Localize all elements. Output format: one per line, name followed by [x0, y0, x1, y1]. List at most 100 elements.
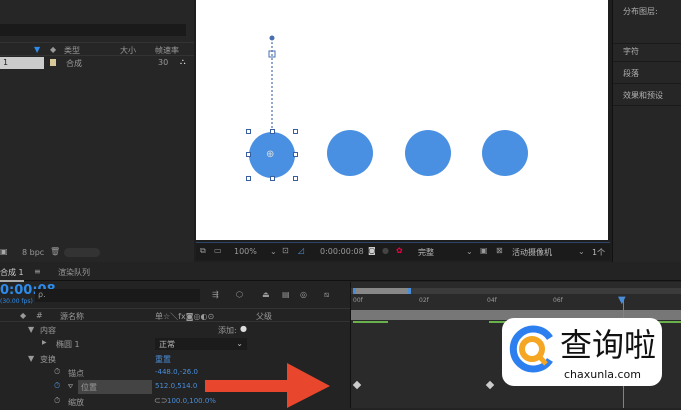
- property-value[interactable]: -448.0,-26.0: [155, 368, 198, 376]
- property-value[interactable]: 512.0,514.0: [155, 382, 197, 390]
- col-size[interactable]: 大小: [120, 45, 136, 56]
- cache-indicator: [353, 321, 388, 323]
- col-parent[interactable]: 父级: [256, 311, 272, 322]
- menu-icon[interactable]: ≡: [34, 267, 41, 276]
- label-icon: ◆: [20, 311, 27, 320]
- scrollbar[interactable]: [64, 248, 100, 257]
- circle-shape[interactable]: [482, 130, 528, 176]
- property-row-ellipse[interactable]: ▶ 椭圆 1 正常 ⌄: [0, 337, 350, 352]
- switches-header: 单☆＼fx◙◎◐⊙: [155, 312, 215, 321]
- motion-path: [268, 35, 276, 155]
- keyframe[interactable]: [352, 380, 362, 390]
- snapshot-camera-icon[interactable]: ◙: [368, 246, 376, 255]
- expand-toggle[interactable]: ▶: [42, 339, 47, 346]
- item-framerate: 30: [158, 58, 169, 67]
- trash-icon[interactable]: 🗑: [50, 247, 60, 256]
- quality-dropdown[interactable]: 完整: [418, 247, 434, 258]
- panel-label: 段落: [623, 69, 639, 78]
- show-snapshot-icon[interactable]: ●: [382, 246, 389, 255]
- draft-3d-icon[interactable]: ⬡: [236, 290, 243, 299]
- project-item[interactable]: 1 合成 30 ⛬: [0, 57, 194, 69]
- zoom-slider[interactable]: [353, 288, 411, 294]
- transform-handle[interactable]: [293, 152, 298, 157]
- camera-dropdown[interactable]: 活动摄像机: [512, 247, 552, 258]
- stopwatch-icon-active[interactable]: ⏱: [54, 381, 60, 391]
- resolution-icon[interactable]: ⊡: [282, 246, 289, 255]
- comp-color-swatch: [50, 59, 56, 66]
- transform-handle[interactable]: [246, 129, 251, 134]
- circle-shape[interactable]: [327, 130, 373, 176]
- bpc-label[interactable]: 8 bpc: [22, 248, 44, 257]
- project-search-bar[interactable]: [0, 24, 186, 36]
- circle-shape[interactable]: [405, 130, 451, 176]
- zoom-dropdown[interactable]: 100%: [234, 247, 257, 256]
- color-channels-icon[interactable]: ✿: [396, 246, 403, 255]
- mask-icon[interactable]: ◿: [298, 246, 304, 255]
- anchor-point-icon[interactable]: ⊕: [266, 149, 274, 160]
- search-logo-icon: [509, 325, 553, 373]
- red-arrow-annotation: [205, 363, 330, 408]
- blend-mode-dropdown[interactable]: 正常 ⌄: [155, 338, 247, 350]
- panel-effects-presets[interactable]: 效果和预设: [613, 84, 681, 106]
- flowchart-icon[interactable]: ⛬: [180, 57, 186, 67]
- region-of-interest-icon[interactable]: ▣: [480, 246, 488, 255]
- shy-layers-icon[interactable]: ⏏: [262, 290, 270, 299]
- transform-handle[interactable]: [246, 152, 251, 157]
- ruler-tick: 00f: [353, 297, 363, 304]
- property-row-contents[interactable]: ▼ 内容 添加: ●: [0, 323, 350, 338]
- transform-handle[interactable]: [293, 176, 298, 181]
- col-framerate[interactable]: 帧速率: [155, 45, 179, 56]
- viewer-timecode[interactable]: 0:00:00:08: [320, 247, 364, 256]
- motion-blur-icon[interactable]: ◎: [300, 290, 307, 299]
- reset-link[interactable]: 重置: [155, 354, 171, 365]
- stopwatch-icon[interactable]: ⏱: [54, 396, 60, 406]
- number-sign: #: [36, 311, 43, 320]
- ruler-tick: 06f: [553, 297, 563, 304]
- item-type: 合成: [66, 59, 82, 68]
- composition-canvas[interactable]: ⊕: [196, 0, 608, 240]
- expand-toggle[interactable]: ▼: [28, 354, 34, 363]
- layer-header: ◆ # 源名称 单☆＼fx◙◎◐⊙ 父级: [0, 308, 350, 322]
- link-icon[interactable]: ⊂⊃: [154, 396, 167, 405]
- keyframe[interactable]: [485, 380, 495, 390]
- tab-comp-1[interactable]: 合成 1: [0, 267, 24, 282]
- composition-icon[interactable]: ▣: [0, 247, 8, 256]
- search-placeholder: ρ.: [38, 290, 46, 299]
- graph-editor-icon[interactable]: ⧅: [324, 290, 329, 300]
- chevron-down-icon[interactable]: ⌄: [270, 247, 277, 256]
- tab-render-queue[interactable]: 渲染队列: [58, 267, 90, 278]
- property-label[interactable]: 位置: [78, 380, 152, 394]
- sort-chevron-icon[interactable]: ▼: [34, 45, 40, 54]
- distribute-layers-label: 分布图层:: [623, 7, 658, 16]
- chevron-down-icon[interactable]: ⌄: [466, 247, 473, 256]
- expand-toggle[interactable]: ▼: [28, 325, 34, 334]
- frame-blending-icon[interactable]: ▤: [282, 290, 290, 299]
- stopwatch-icon[interactable]: ⏱: [54, 367, 60, 377]
- timeline-tabs: 合成 1 ≡ 渲染队列: [0, 263, 681, 282]
- always-preview-icon[interactable]: ⧉: [200, 246, 206, 256]
- transform-handle[interactable]: [270, 129, 275, 134]
- transform-handle[interactable]: [293, 129, 298, 134]
- blend-mode-value: 正常: [159, 340, 175, 349]
- transparency-grid-icon[interactable]: ⊠: [496, 246, 503, 255]
- playhead-icon[interactable]: ▼: [618, 295, 626, 306]
- add-icon[interactable]: ●: [240, 324, 247, 333]
- right-panel: 分布图层: 字符 段落 效果和预设: [612, 0, 681, 262]
- col-type[interactable]: 类型: [64, 45, 80, 56]
- monitor-icon[interactable]: ▭: [214, 246, 222, 255]
- comp-flowchart-icon[interactable]: ⇶: [212, 290, 219, 299]
- panel-paragraph[interactable]: 段落: [613, 62, 681, 84]
- graph-icon[interactable]: ⦡: [68, 381, 73, 391]
- ruler-tick: 04f: [487, 297, 497, 304]
- panel-character[interactable]: 字符: [613, 40, 681, 62]
- chevron-down-icon[interactable]: ⌄: [578, 247, 585, 256]
- chevron-down-icon: ⌄: [236, 339, 243, 348]
- ruler-tick: 02f: [419, 297, 429, 304]
- col-source-name[interactable]: 源名称: [60, 311, 84, 322]
- layer-search-input[interactable]: ρ.: [35, 289, 200, 302]
- item-name[interactable]: 1: [0, 57, 44, 69]
- views-dropdown[interactable]: 1个: [592, 247, 605, 258]
- transform-handle[interactable]: [270, 176, 275, 181]
- viewer-toolbar: ⧉ ▭ 100% ⌄ ⊡ ◿ 0:00:00:08 ◙ ● ✿ 完整 ⌄ ▣ ⊠…: [196, 242, 610, 260]
- transform-handle[interactable]: [246, 176, 251, 181]
